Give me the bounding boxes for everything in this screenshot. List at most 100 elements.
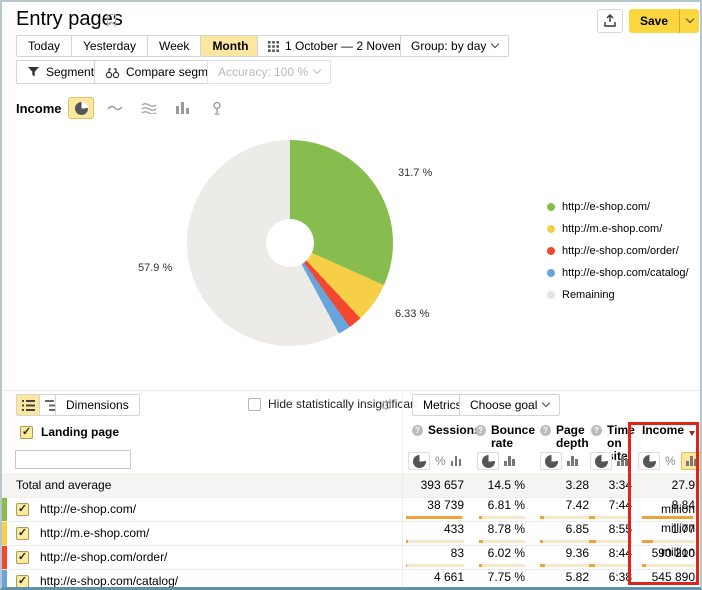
chart-legend: http://e-shop.com/ http://m.e-shop.com/ … xyxy=(547,196,689,306)
legend-item[interactable]: http://m.e-shop.com/ xyxy=(547,218,689,240)
tab-month[interactable]: Month xyxy=(200,35,260,57)
table-row[interactable]: ✓ http://e-shop.com/order/ 83 6.02 % 9.3… xyxy=(2,545,700,569)
choose-goal-label: Choose goal xyxy=(470,395,537,415)
row-color-strip xyxy=(2,522,7,545)
group-by-button[interactable]: Group: by day xyxy=(400,35,509,57)
bars-icon xyxy=(686,456,697,466)
slice-percent-label: 31.7 % xyxy=(398,167,432,179)
stacked-area-button[interactable] xyxy=(136,97,162,119)
help-icon[interactable]: ? xyxy=(412,425,423,436)
list-view-icon xyxy=(22,400,35,411)
legend-item[interactable]: http://e-shop.com/order/ xyxy=(547,240,689,262)
help-icon[interactable]: ? xyxy=(591,425,602,436)
bookmark-icon[interactable] xyxy=(106,13,117,27)
percent-display-button[interactable]: % xyxy=(435,454,446,468)
legend-dot xyxy=(547,269,555,277)
tab-yesterday[interactable]: Yesterday xyxy=(71,35,148,57)
dimension-header: ✓ Landing page xyxy=(20,425,119,439)
table-row[interactable]: ✓ http://e-shop.com/catalog/ 4 661 7.75 … xyxy=(2,569,700,590)
table-row[interactable]: ✓ http://m.e-shop.com/ 433 8.78 % 6.85 8… xyxy=(2,521,700,545)
stacked-area-icon xyxy=(142,104,156,114)
line-chart-button[interactable] xyxy=(102,97,128,119)
save-button-label: Save xyxy=(629,9,679,33)
gear-icon[interactable]: ⚙ xyxy=(380,397,393,414)
bars-display-button[interactable] xyxy=(504,456,515,466)
help-icon[interactable]: ? xyxy=(540,425,551,436)
legend-dot xyxy=(547,247,555,255)
checkbox-unchecked[interactable] xyxy=(248,398,261,411)
tab-today[interactable]: Today xyxy=(16,35,72,57)
pie-display-button[interactable] xyxy=(408,452,430,470)
chevron-down-icon xyxy=(491,40,499,48)
row-color-strip xyxy=(2,498,7,521)
income-display-options: % xyxy=(638,452,702,470)
url-filter-input[interactable] xyxy=(15,450,131,469)
chevron-down-icon xyxy=(313,66,321,74)
group-by-label: Group: by day xyxy=(411,36,486,56)
bars-display-button-selected[interactable] xyxy=(681,452,702,470)
legend-dot xyxy=(547,291,555,299)
pie-display-button[interactable] xyxy=(540,452,562,470)
column-header-income[interactable]: Income xyxy=(640,424,695,437)
legend-item[interactable]: http://e-shop.com/ xyxy=(547,196,689,218)
row-url[interactable]: http://e-shop.com/order/ xyxy=(40,546,167,569)
pie-display-button[interactable] xyxy=(638,452,660,470)
select-all-checkbox[interactable]: ✓ xyxy=(20,426,33,439)
pie-chart-button[interactable] xyxy=(68,97,94,119)
column-label: Income xyxy=(642,424,684,437)
legend-item[interactable]: http://e-shop.com/catalog/ xyxy=(547,262,689,284)
legend-label: http://e-shop.com/catalog/ xyxy=(562,267,689,279)
column-label: Sessions xyxy=(428,424,481,437)
export-icon xyxy=(603,14,617,28)
legend-item[interactable]: Remaining xyxy=(547,284,689,306)
dimension-header-label: Landing page xyxy=(41,425,119,439)
row-url[interactable]: http://e-shop.com/ xyxy=(40,498,136,521)
list-view-button[interactable] xyxy=(16,394,40,416)
bars-display-button[interactable] xyxy=(617,456,628,466)
percent-display-button[interactable]: % xyxy=(665,454,676,468)
choose-goal-button[interactable]: Choose goal xyxy=(459,394,560,416)
tab-week[interactable]: Week xyxy=(147,35,201,57)
time-display-options xyxy=(590,452,628,470)
sessions-display-options: % xyxy=(408,452,461,470)
segment-label: Segment xyxy=(46,61,94,83)
slice-percent-label: 57.9 % xyxy=(138,262,172,274)
bounce-cell: 7.75 % xyxy=(479,570,525,590)
pie-display-button[interactable] xyxy=(477,452,499,470)
legend-label: Remaining xyxy=(562,289,615,301)
data-table: Dimensions Hide statistically insignific… xyxy=(2,390,700,587)
save-button[interactable]: Save xyxy=(629,9,699,33)
column-chart-button[interactable] xyxy=(170,97,196,119)
entry-pages-report: Entry pages Save Today Yesterday Week Mo… xyxy=(0,0,702,590)
table-row[interactable]: ✓ http://e-shop.com/ 38 739 6.81 % 7.42 … xyxy=(2,497,700,521)
row-checkbox[interactable]: ✓ xyxy=(16,503,29,516)
column-header-bounce-rate[interactable]: ?Bounce rate xyxy=(475,424,527,450)
column-divider xyxy=(402,391,403,587)
table-rows: ✓ http://e-shop.com/ 38 739 6.81 % 7.42 … xyxy=(2,497,700,590)
export-button[interactable] xyxy=(597,9,623,33)
pie-chart-icon xyxy=(413,455,426,468)
depth-cell: 5.82 xyxy=(540,570,589,590)
column-header-page-depth[interactable]: ?Page depth xyxy=(540,424,590,450)
pie-display-button[interactable] xyxy=(590,452,612,470)
pie-chart-icon xyxy=(643,455,656,468)
row-checkbox[interactable]: ✓ xyxy=(16,551,29,564)
help-icon[interactable]: ? xyxy=(475,425,486,436)
map-button[interactable] xyxy=(204,97,230,119)
row-url[interactable]: http://m.e-shop.com/ xyxy=(40,522,149,545)
bars-display-button[interactable] xyxy=(567,456,578,466)
row-color-strip xyxy=(2,570,7,590)
total-label: Total and average xyxy=(16,473,111,497)
table-toolbar: Dimensions Hide statistically insignific… xyxy=(2,391,700,419)
donut-hole xyxy=(266,219,314,267)
row-checkbox[interactable]: ✓ xyxy=(16,527,29,540)
time-cell: 6:38 xyxy=(589,570,632,590)
dimensions-button[interactable]: Dimensions xyxy=(55,394,140,416)
bars-display-button[interactable] xyxy=(451,456,462,466)
sessions-cell: 4 661 xyxy=(406,570,464,590)
row-checkbox[interactable]: ✓ xyxy=(16,575,29,588)
row-url[interactable]: http://e-shop.com/catalog/ xyxy=(40,570,178,590)
save-dropdown[interactable] xyxy=(679,9,699,33)
column-header-sessions[interactable]: ?Sessions xyxy=(412,424,468,437)
calendar-grid-icon xyxy=(268,41,279,52)
